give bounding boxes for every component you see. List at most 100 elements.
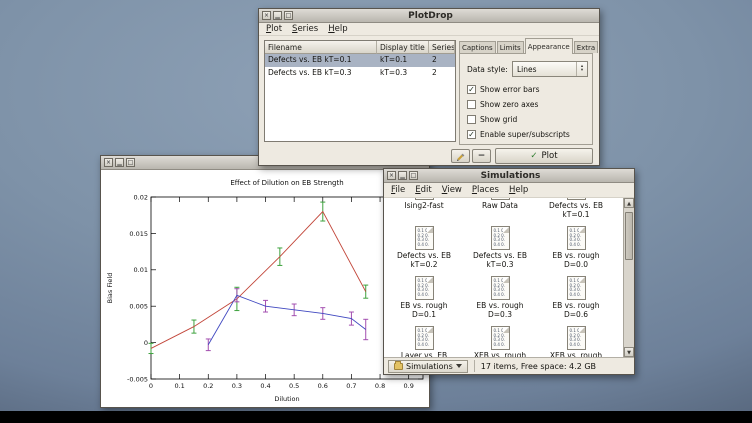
scrollbar-thumb[interactable] — [625, 212, 633, 260]
file-item[interactable]: 0.1 0.0.2 0.0.3 0.0.4 0.EB vs. roughD=0.… — [462, 276, 538, 326]
svg-text:Effect of Dilution on EB Stren: Effect of Dilution on EB Strength — [230, 179, 343, 187]
svg-text:0.2: 0.2 — [203, 382, 213, 390]
tab-limits[interactable]: Limits — [497, 41, 524, 53]
checkbox-checked-icon[interactable]: ✓ — [467, 130, 476, 139]
simulations-titlebar[interactable]: ×▁□ Simulations — [384, 169, 634, 183]
remove-series-button[interactable]: − — [472, 149, 491, 163]
menu-plot[interactable]: Plot — [261, 23, 287, 35]
plot-button[interactable]: ✓ Plot — [495, 148, 593, 164]
menu-places[interactable]: Places — [467, 184, 504, 196]
checkbox-show-error-bars[interactable]: ✓ Show error bars — [467, 84, 540, 95]
file-item[interactable]: 0.1 0.0.2 0.0.3 0.0.4 0. Defects vs. EBkT… — [386, 226, 462, 276]
scroll-up-icon[interactable]: ▲ — [624, 198, 634, 208]
combo-spinner-icon[interactable]: ▴▾ — [576, 62, 587, 76]
file-label: EB vs. roughD=0.6 — [552, 302, 599, 319]
checkbox-unchecked-icon[interactable] — [467, 115, 476, 124]
settings-tabs: CaptionsLimitsAppearanceExtra — [459, 38, 599, 54]
maximize-icon[interactable]: □ — [409, 171, 418, 180]
plotdrop-titlebar[interactable]: ×▁□ PlotDrop — [259, 9, 599, 23]
menu-help[interactable]: Help — [323, 23, 352, 35]
file-label: EB vs. roughD=0.1 — [400, 302, 447, 319]
series-table-header: FilenameDisplay titleSeries — [265, 41, 455, 54]
file-item[interactable]: 0.1 0.0.2 0.0.3 0.0.4 0.Ising2-fast — [386, 198, 462, 226]
file-item[interactable]: 0.1 0.0.2 0.0.3 0.0.4 0.EB vs. roughD=0.… — [538, 226, 614, 276]
text-file-icon: 0.1 0.0.2 0.0.3 0.0.4 0. — [415, 226, 434, 250]
close-icon[interactable]: × — [262, 11, 271, 20]
maximize-icon[interactable]: □ — [284, 11, 293, 20]
minimize-icon[interactable]: ▁ — [398, 171, 407, 180]
window-controls: ×▁□ — [262, 11, 293, 20]
vertical-scrollbar[interactable]: ▲ ▼ — [623, 198, 634, 357]
checkbox-show-grid[interactable]: Show grid — [467, 114, 517, 125]
file-item[interactable]: 0.1 0.0.2 0.0.3 0.0.4 0.Raw Data — [462, 198, 538, 226]
menu-help[interactable]: Help — [504, 184, 533, 196]
file-label: Defects vs. EBkT=0.2 — [397, 252, 451, 269]
svg-text:0.9: 0.9 — [404, 382, 414, 390]
file-item[interactable]: 0.1 0.0.2 0.0.3 0.0.4 0.Layer vs. EB — [386, 326, 462, 357]
file-item[interactable]: 0.1 0.0.2 0.0.3 0.0.4 0.EB vs. roughD=0.… — [386, 276, 462, 326]
series-table[interactable]: FilenameDisplay titleSeries Defects vs. … — [264, 40, 456, 142]
dropdown-arrow-icon — [456, 364, 462, 368]
svg-text:0.7: 0.7 — [346, 382, 356, 390]
location-button[interactable]: Simulations — [388, 360, 468, 373]
cell-filename: Defects vs. EB kT=0.3 — [265, 67, 377, 80]
menu-view[interactable]: View — [437, 184, 467, 196]
column-header-series[interactable]: Series — [429, 41, 455, 54]
menu-edit[interactable]: Edit — [410, 184, 436, 196]
edit-series-button[interactable] — [451, 149, 470, 163]
simulations-window[interactable]: ×▁□ Simulations FileEditViewPlacesHelp 0… — [383, 168, 635, 375]
file-item[interactable]: 0.1 0.0.2 0.0.3 0.0.4 0.XEB vs. rough — [462, 326, 538, 357]
column-header-filename[interactable]: Filename — [265, 41, 377, 54]
tab-extra[interactable]: Extra — [574, 41, 598, 53]
menu-series[interactable]: Series — [287, 23, 323, 35]
svg-text:Bias Field: Bias Field — [106, 273, 114, 304]
file-label: Defects vs. EBkT=0.3 — [473, 252, 527, 269]
tab-captions[interactable]: Captions — [459, 41, 496, 53]
text-file-icon: 0.1 0.0.2 0.0.3 0.0.4 0. — [415, 326, 434, 350]
checkbox-unchecked-icon[interactable] — [467, 100, 476, 109]
plot-button-label: Plot — [542, 151, 558, 161]
simulations-window-title: Simulations — [418, 171, 631, 181]
scroll-down-icon[interactable]: ▼ — [624, 347, 634, 357]
text-file-icon: 0.1 0.0.2 0.0.3 0.0.4 0. — [415, 198, 434, 200]
file-label: Raw Data — [482, 202, 518, 211]
page-fold-icon — [503, 227, 509, 233]
plotdrop-window[interactable]: ×▁□ PlotDrop PlotSeriesHelp FilenameDisp… — [258, 8, 600, 166]
file-item[interactable]: 0.1 0.0.2 0.0.3 0.0.4 0.XEB vs. rough — [538, 326, 614, 357]
checkbox-label: Show error bars — [480, 85, 540, 94]
file-label: EB vs. roughD=0.3 — [476, 302, 523, 319]
svg-text:0.015: 0.015 — [129, 230, 148, 238]
data-style-value: Lines — [513, 65, 576, 74]
series-row[interactable]: Defects vs. EB kT=0.1kT=0.12 — [265, 54, 455, 67]
checkbox-label: Show grid — [480, 115, 517, 124]
file-view[interactable]: 0.1 0.0.2 0.0.3 0.0.4 0.Ising2-fast0.1 0… — [384, 198, 634, 357]
tab-appearance[interactable]: Appearance — [525, 38, 573, 54]
file-item[interactable]: 0.1 0.0.2 0.0.3 0.0.4 0.EB vs. roughD=0.… — [538, 276, 614, 326]
page-fold-icon — [427, 227, 433, 233]
checkbox-enable-super-subscripts[interactable]: ✓Enable super/subscripts — [467, 129, 570, 140]
gnuplot-window[interactable]: ×▁□ Effect of Dilution on EB Strength-0.… — [100, 155, 430, 408]
page-fold-icon — [579, 227, 585, 233]
minimize-icon[interactable]: ▁ — [115, 158, 124, 167]
checkbox-checked-icon[interactable]: ✓ — [467, 85, 476, 94]
data-style-combo[interactable]: Lines ▴▾ — [512, 61, 588, 77]
window-controls: ×▁□ — [104, 158, 135, 167]
eb-strength-chart: Effect of Dilution on EB Strength-0.0050… — [101, 171, 429, 408]
minimize-icon[interactable]: ▁ — [273, 11, 282, 20]
column-header-display-title[interactable]: Display title — [377, 41, 429, 54]
file-item[interactable]: 0.1 0.0.2 0.0.3 0.0.4 0.Defects vs. EBkT… — [462, 226, 538, 276]
svg-text:0: 0 — [144, 339, 148, 347]
file-label: EB vs. roughD=0.0 — [552, 252, 599, 269]
cell-series: 2 — [429, 54, 455, 67]
series-row[interactable]: Defects vs. EB kT=0.3kT=0.32 — [265, 67, 455, 80]
maximize-icon[interactable]: □ — [126, 158, 135, 167]
menu-file[interactable]: File — [386, 184, 410, 196]
cell-display-title: kT=0.3 — [377, 67, 429, 80]
plotdrop-menubar: PlotSeriesHelp — [259, 23, 599, 36]
checkbox-show-zero-axes[interactable]: Show zero axes — [467, 99, 538, 110]
minus-icon: − — [478, 151, 486, 161]
close-icon[interactable]: × — [104, 158, 113, 167]
file-item[interactable]: 0.1 0.0.2 0.0.3 0.0.4 0.Defects vs. EBkT… — [538, 198, 614, 226]
text-file-icon: 0.1 0.0.2 0.0.3 0.0.4 0. — [491, 326, 510, 350]
close-icon[interactable]: × — [387, 171, 396, 180]
